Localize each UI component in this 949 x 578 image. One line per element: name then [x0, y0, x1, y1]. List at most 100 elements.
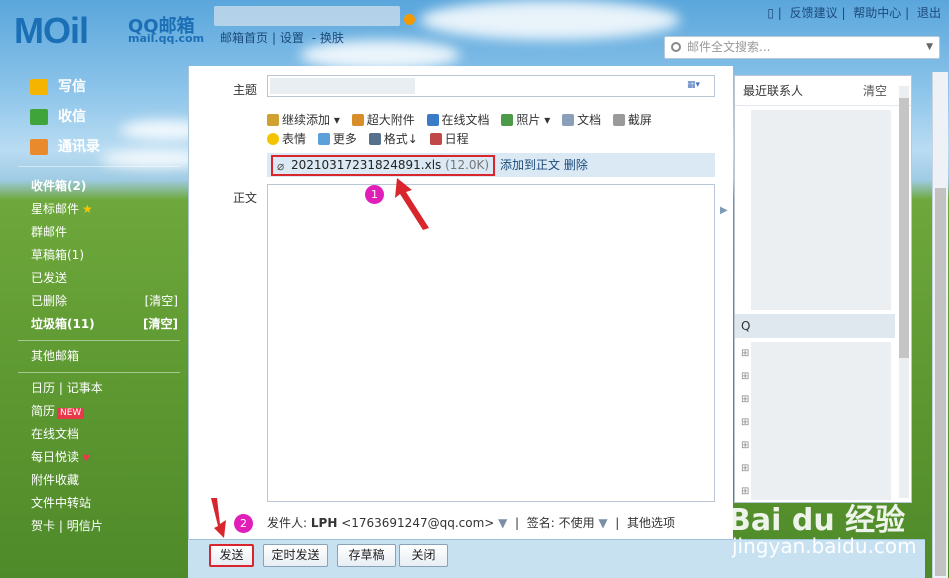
- attachment-row: ⌀ 20210317231824891.xls (12.0K) 添加到正文 删除: [267, 153, 715, 177]
- schedule-send-button[interactable]: 定时发送: [263, 544, 328, 567]
- sender-email[interactable]: <1763691247@qq.com>: [341, 516, 494, 530]
- expand-icon[interactable]: ⊞: [741, 371, 749, 382]
- large-attachment-button[interactable]: 超大附件: [351, 111, 415, 130]
- receive-button[interactable]: 收信: [0, 102, 186, 132]
- more-grid-icon: [317, 133, 330, 145]
- link-skin[interactable]: 换肤: [320, 31, 344, 45]
- expand-icon[interactable]: ⊞: [741, 394, 749, 405]
- send-button[interactable]: 发送: [209, 544, 254, 567]
- watermark-logo: Bai du 经验: [728, 503, 906, 538]
- signature-select[interactable]: 不使用: [559, 516, 595, 530]
- mobile-icon[interactable]: ▯: [767, 6, 774, 20]
- smiley-icon: [267, 133, 279, 145]
- page-scrollbar[interactable]: [932, 72, 948, 578]
- empty-folder-link[interactable]: [清空]: [145, 290, 178, 313]
- qq-mail-logo[interactable]: MOil: [14, 10, 89, 52]
- scroll-thumb[interactable]: [935, 188, 946, 576]
- sender-name: LPH: [310, 516, 338, 530]
- sidebar-item-app[interactable]: 简历 NEW: [0, 400, 186, 423]
- sidebar: 写信 收信 通讯录 收件箱(2) 星标邮件 ★ 群邮件 草稿箱(1) 已发送 已删除 [清空]…: [0, 72, 186, 538]
- sidebar-item-app[interactable]: 在线文档: [0, 423, 186, 446]
- sidebar-item-other-mailboxes[interactable]: 其他邮箱: [0, 345, 186, 368]
- subject-input[interactable]: ▦▾: [267, 75, 715, 97]
- emoji-button[interactable]: 表情: [267, 130, 306, 149]
- sidebar-item-folder[interactable]: 收件箱(2): [0, 175, 186, 198]
- schedule-button[interactable]: 日程: [429, 130, 469, 149]
- compose-button[interactable]: 写信: [0, 72, 186, 102]
- body-label: 正文: [233, 191, 258, 205]
- screenshot-button[interactable]: 截屏: [612, 111, 652, 130]
- subject-text-blurred: [270, 78, 415, 94]
- group-list-blurred: [751, 342, 891, 500]
- sidebar-item-app[interactable]: 日历 | 记事本: [0, 377, 186, 400]
- contacts-scrollbar[interactable]: [899, 86, 909, 498]
- star-icon: ★: [82, 202, 93, 216]
- contacts-button[interactable]: 通讯录: [0, 132, 186, 162]
- inbox-download-icon: [30, 109, 48, 125]
- brand-url: mail.qq.com: [128, 32, 205, 45]
- expand-icon[interactable]: ⊞: [741, 440, 749, 451]
- document-icon: [562, 114, 575, 126]
- link-feedback[interactable]: 反馈建议: [790, 6, 838, 20]
- sidebar-item-app[interactable]: 贺卡 | 明信片: [0, 515, 186, 538]
- grid-menu-icon[interactable]: ▦▾: [687, 80, 700, 90]
- sidebar-item-app[interactable]: 文件中转站: [0, 492, 186, 515]
- photo-button[interactable]: 照片 ▾: [501, 111, 550, 130]
- chevron-down-icon[interactable]: ▼: [598, 516, 607, 530]
- sidebar-item-app[interactable]: 附件收藏: [0, 469, 186, 492]
- font-a-icon: [368, 133, 381, 145]
- sidebar-item-app[interactable]: 每日悦读 ♥: [0, 446, 186, 469]
- other-options-link[interactable]: 其他选项: [627, 516, 675, 530]
- document-button[interactable]: 文档: [562, 111, 601, 130]
- delete-attachment-link[interactable]: 删除: [564, 158, 588, 172]
- chevron-right-icon[interactable]: ▶: [720, 205, 728, 216]
- add-attachment-button[interactable]: 继续添加 ▾: [267, 111, 340, 130]
- divider: [18, 166, 180, 167]
- link-help[interactable]: 帮助中心: [853, 6, 901, 20]
- search-input[interactable]: 邮件全文搜索... ▼: [664, 36, 940, 59]
- app-list: 日历 | 记事本 简历 NEW 在线文档 每日悦读 ♥ 附件收藏 文件中转站 贺卡 | 明信片: [0, 377, 186, 538]
- pencil-icon: [30, 79, 48, 95]
- save-draft-button[interactable]: 存草稿: [337, 544, 396, 567]
- link-mail-home[interactable]: 邮箱首页: [220, 31, 268, 45]
- step-marker-2: 2: [234, 514, 253, 533]
- separator: |: [55, 519, 67, 533]
- sidebar-item-folder[interactable]: 草稿箱(1): [0, 244, 186, 267]
- attachment-file[interactable]: ⌀ 20210317231824891.xls (12.0K): [271, 155, 495, 176]
- sidebar-item-folder[interactable]: 已删除 [清空]: [0, 290, 186, 313]
- separator: |: [55, 381, 67, 395]
- qq-friends-group[interactable]: Q: [735, 314, 895, 338]
- search-placeholder: 邮件全文搜索...: [687, 40, 771, 54]
- expand-icon[interactable]: ⊞: [741, 348, 749, 359]
- chevron-down-icon[interactable]: ▼: [498, 516, 507, 530]
- empty-folder-link[interactable]: [清空]: [143, 313, 178, 336]
- body-editor[interactable]: [267, 184, 715, 502]
- sidebar-item-app-secondary[interactable]: 记事本: [67, 381, 103, 395]
- contacts-list-blurred: [751, 110, 891, 310]
- sidebar-item-app-secondary[interactable]: 明信片: [67, 519, 103, 533]
- sidebar-item-folder[interactable]: 已发送: [0, 267, 186, 290]
- more-button[interactable]: 更多: [317, 130, 357, 149]
- scroll-thumb[interactable]: [899, 98, 909, 358]
- clear-contacts-link[interactable]: 清空: [863, 76, 887, 106]
- contacts-title: 最近联系人: [743, 84, 804, 98]
- sidebar-item-folder[interactable]: 垃圾箱(11) [清空]: [0, 313, 186, 336]
- sidebar-item-folder[interactable]: 星标邮件 ★: [0, 198, 186, 221]
- expand-icon[interactable]: ⊞: [741, 417, 749, 428]
- format-button[interactable]: 格式↓: [368, 130, 418, 149]
- link-logout[interactable]: 退出: [917, 6, 941, 20]
- sidebar-item-folder[interactable]: 群邮件: [0, 221, 186, 244]
- chevron-down-icon[interactable]: ▼: [926, 37, 933, 58]
- share-nodes-icon: [426, 114, 439, 126]
- warning-icon[interactable]: [404, 14, 415, 25]
- subject-label: 主题: [233, 83, 258, 97]
- folder-list: 收件箱(2) 星标邮件 ★ 群邮件 草稿箱(1) 已发送 已删除 [清空] 垃圾箱(11) [清空…: [0, 175, 186, 336]
- recent-contacts-panel: 最近联系人 清空 Q ⊞ ⊞ ⊞ ⊞ ⊞ ⊞ ⊞: [734, 75, 912, 503]
- link-settings[interactable]: 设置: [280, 31, 304, 45]
- online-doc-button[interactable]: 在线文档: [426, 111, 490, 130]
- add-to-body-link[interactable]: 添加到正文: [500, 158, 560, 172]
- sender-label: 发件人:: [267, 516, 308, 530]
- close-button[interactable]: 关闭: [399, 544, 448, 567]
- step-marker-1: 1: [365, 185, 384, 204]
- expand-icon[interactable]: ⊞: [741, 463, 749, 474]
